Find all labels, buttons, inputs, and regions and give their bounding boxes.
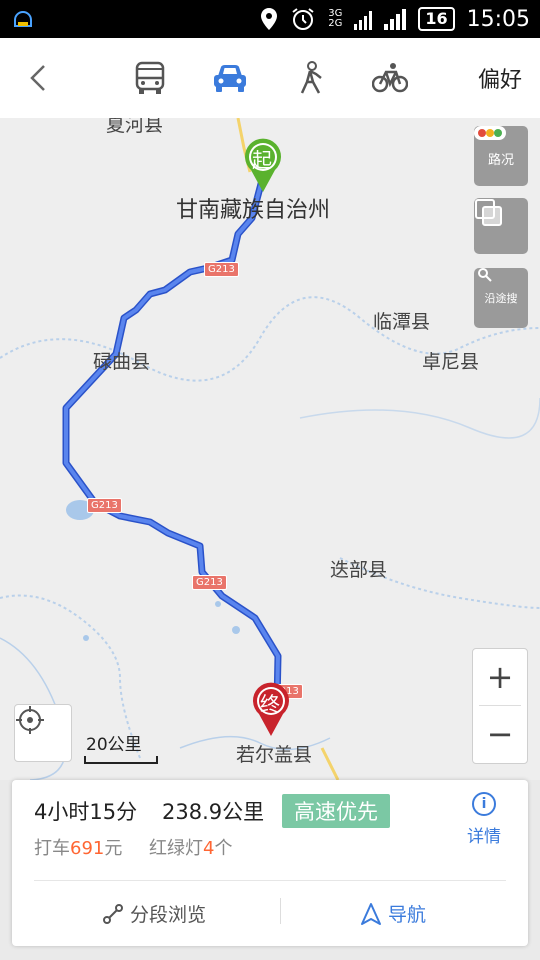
traffic-label: 路况: [487, 152, 514, 168]
network-type: 3G 2G: [328, 8, 343, 29]
search-along-label: 沿途搜: [484, 292, 518, 305]
mode-bus-button[interactable]: [128, 56, 172, 100]
segment-browse-button[interactable]: 分段浏览: [102, 900, 206, 927]
city-label: 若尔盖县: [236, 744, 313, 766]
mode-car-button[interactable]: [208, 56, 252, 100]
info-icon: i: [472, 792, 496, 816]
end-pin-label: 终: [260, 692, 280, 716]
bike-icon: [372, 63, 408, 93]
alarm-icon: [292, 8, 314, 30]
traffic-light-icon: [474, 126, 506, 140]
car-icon: [214, 65, 246, 92]
location-icon: [261, 8, 278, 30]
walk-icon: [300, 61, 322, 94]
road-label: G213: [192, 575, 227, 590]
battery-indicator: 16: [418, 7, 455, 31]
road-label: G213: [87, 498, 122, 513]
zoom-in-button[interactable]: +: [473, 649, 527, 705]
city-label: 卓尼县: [422, 351, 480, 373]
status-bar: 3G 2G 16 15:05: [0, 0, 540, 38]
city-label: 甘南藏族自治州: [176, 198, 331, 223]
city-label: 碌曲县: [93, 351, 151, 373]
magnifier-icon: [478, 268, 492, 282]
navigate-button[interactable]: 导航: [360, 900, 426, 927]
navigate-label: 导航: [388, 904, 427, 926]
fare-unit: 元: [104, 838, 123, 859]
layers-button[interactable]: [474, 198, 528, 254]
zoom-out-button[interactable]: −: [473, 706, 527, 762]
preference-button[interactable]: 偏好: [478, 62, 522, 94]
detail-label: 详情: [467, 827, 501, 847]
fare-value: 691: [70, 838, 105, 859]
taxi-fare: 打车691元: [34, 834, 122, 860]
scale-bar: [84, 756, 158, 764]
mode-walk-button[interactable]: [290, 56, 334, 100]
scale-label: 20公里: [86, 735, 142, 755]
locate-button[interactable]: [14, 704, 72, 762]
navigation-arrow-icon: [361, 902, 381, 925]
card-divider: [34, 880, 506, 881]
signal-icon: [354, 11, 373, 30]
route-preference-badge: 高速优先: [282, 794, 390, 828]
route-summary-card[interactable]: 4小时15分 238.9公里 高速优先 打车691元 红绿灯4个 i 详情 分段…: [12, 780, 528, 946]
detail-button[interactable]: i 详情: [462, 792, 506, 847]
city-label: 夏河县: [106, 118, 164, 136]
signal-icon: [384, 9, 407, 30]
clock: 15:05: [466, 6, 530, 32]
fare-prefix: 打车: [34, 838, 70, 859]
bus-icon: [135, 61, 165, 94]
search-along-button[interactable]: 沿途搜: [474, 268, 528, 328]
action-divider: [280, 898, 281, 924]
road-label: G213: [204, 262, 239, 277]
route-duration: 4小时15分: [34, 800, 138, 824]
zoom-control: + −: [472, 648, 528, 764]
start-pin-label: 起: [252, 148, 272, 172]
route-mode-bar: 偏好: [0, 38, 540, 119]
map-view[interactable]: 夏河县 甘南藏族自治州 临潭县 碌曲县 卓尼县 迭部县 若尔盖县 G213 G2…: [0, 118, 540, 780]
segment-browse-label: 分段浏览: [130, 904, 207, 926]
app-notification-icon: [14, 11, 32, 27]
city-label: 临潭县: [373, 311, 431, 333]
end-pin[interactable]: 终: [249, 680, 293, 738]
city-label: 迭部县: [330, 559, 388, 581]
lights-prefix: 红绿灯: [149, 838, 203, 859]
route-distance: 238.9公里: [162, 800, 265, 824]
chevron-left-icon[interactable]: [20, 56, 60, 100]
traffic-button[interactable]: 路况: [474, 126, 528, 186]
mode-bike-button[interactable]: [368, 56, 412, 100]
locate-icon: [16, 706, 44, 734]
traffic-light-count: 红绿灯4个: [149, 834, 232, 860]
route-segments-icon: [103, 903, 123, 924]
lights-value: 4: [203, 838, 215, 859]
start-pin[interactable]: 起: [241, 136, 285, 194]
lights-unit: 个: [214, 838, 233, 859]
layers-icon: [475, 199, 502, 226]
